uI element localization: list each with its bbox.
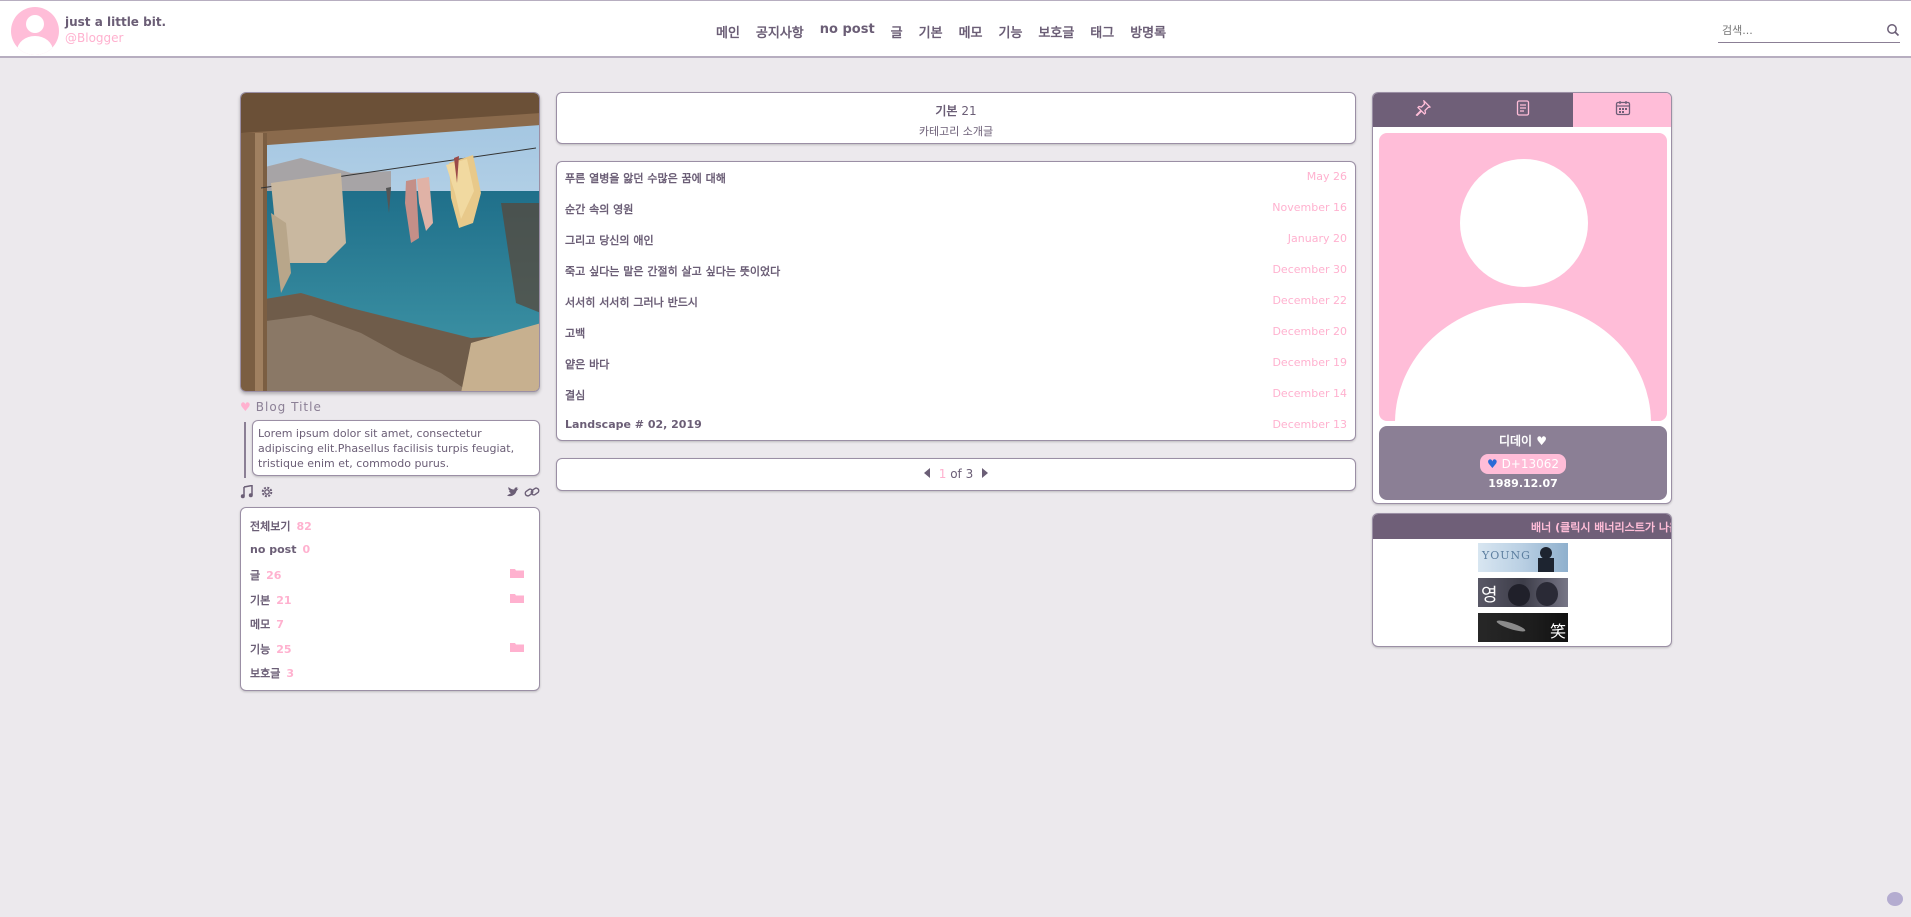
dday-title: 디데이 ♥ [1498,434,1548,448]
dday-date: 1989.12.07 [1488,477,1558,490]
category-item-all[interactable]: 전체보기 82 [250,518,312,534]
dday-panel: 디데이 ♥ ♥ D+13062 1989.12.07 [1379,426,1667,500]
category-item-posts[interactable]: 글 26 [250,567,532,583]
nav-item-notice[interactable]: 공지사항 [756,22,804,41]
prev-page-icon[interactable] [923,459,931,490]
category-list: 전체보기 82 no post 0 글 26 기본 21 메모 7 기능 25 보호글 3 [240,507,540,691]
category-item-memo[interactable]: 메모 7 [250,616,284,632]
folder-icon[interactable] [510,592,524,607]
profile-avatar [1379,133,1667,421]
blog-description: Lorem ipsum dolor sit amet, consectetur … [252,420,540,476]
pin-icon [1415,99,1432,120]
nav-item-feature[interactable]: 기능 [998,22,1022,41]
twitter-icon[interactable] [506,484,520,503]
category-title: 기본 21 [935,104,977,118]
nav-item-guestbook[interactable]: 방명록 [1130,22,1166,41]
nav-item-protected[interactable]: 보호글 [1038,22,1074,41]
calendar-icon [1615,100,1631,120]
tab-pin[interactable] [1373,93,1473,127]
tab-document[interactable] [1473,93,1573,127]
description-accent-bar [244,422,246,478]
folder-icon[interactable] [510,641,524,656]
blog-name[interactable]: just a little bit. [65,15,166,29]
page-of-label: of [950,467,962,481]
folder-icon[interactable] [510,567,524,582]
blue-heart-icon: ♥ [1486,457,1498,471]
blog-id: @Blogger [65,31,124,45]
widget-tabs [1373,93,1671,127]
banner-widget: 배너 (클릭시 배너리스트가 나옵니다) YOUNG 영 笑 [1372,513,1672,647]
post-item[interactable]: 푸른 열병을 앓던 수많은 꿈에 대해 May 26 [565,170,1347,190]
post-item[interactable]: 얕은 바다 December 19 [565,356,1347,376]
post-item[interactable]: 서서히 서서히 그러나 반드시 December 22 [565,294,1347,314]
post-list: 푸른 열병을 앓던 수많은 꿈에 대해 May 26 순간 속의 영원 Novemb… [556,161,1356,441]
main-nav: 메인 공지사항 no post 글 기본 메모 기능 보호글 태그 방명록 [716,22,1182,41]
post-item[interactable]: 결심 December 14 [565,387,1347,407]
category-item-no-post[interactable]: no post 0 [250,543,310,556]
search-icon[interactable] [1886,22,1900,41]
document-icon [1516,100,1530,120]
heart-icon: ♥ [240,400,252,414]
category-item-basic[interactable]: 기본 21 [250,592,532,608]
site-header: just a little bit. @Blogger 메인 공지사항 no p… [0,0,1911,58]
post-item[interactable]: 순간 속의 영원 November 16 [565,201,1347,221]
blog-cover-image [240,92,540,392]
nav-item-no-post[interactable]: no post [820,22,875,41]
category-header: 기본 21 카테고리 소개글 [556,92,1356,144]
dday-badge: ♥ D+13062 [1479,454,1567,474]
pagination: 1 of 3 [556,458,1356,491]
post-item[interactable]: 죽고 싶다는 말은 간절히 살고 싶다는 뜻이었다 December 30 [565,263,1347,283]
current-page: 1 [938,467,947,481]
post-item[interactable]: 그리고 당신의 애인 January 20 [565,232,1347,252]
category-description: 카테고리 소개글 [918,125,994,138]
banner-item[interactable]: 笑 [1478,613,1568,642]
post-item[interactable]: 고백 December 20 [565,325,1347,345]
search-box [1718,19,1900,43]
post-item[interactable]: Landscape # 02, 2019 December 13 [565,418,1347,438]
banner-header[interactable]: 배너 (클릭시 배너리스트가 나옵니다) [1373,514,1671,539]
blog-title: ♥ Blog Title [240,400,322,414]
link-icon[interactable] [524,484,540,503]
next-page-icon[interactable] [981,459,989,490]
nav-item-posts[interactable]: 글 [891,22,903,41]
total-pages: 3 [965,467,974,481]
category-item-protected[interactable]: 보호글 3 [250,665,294,681]
gear-icon[interactable] [260,484,274,503]
music-icon[interactable] [240,484,254,503]
nav-item-main[interactable]: 메인 [716,22,740,41]
nav-item-basic[interactable]: 기본 [919,22,943,41]
blog-avatar[interactable] [11,7,59,55]
nav-item-memo[interactable]: 메모 [959,22,983,41]
category-item-feature[interactable]: 기능 25 [250,641,532,657]
nav-item-tags[interactable]: 태그 [1090,22,1114,41]
profile-widget: 디데이 ♥ ♥ D+13062 1989.12.07 [1372,92,1672,504]
banner-item[interactable]: YOUNG [1478,543,1568,572]
banner-item[interactable]: 영 [1478,578,1568,607]
heart-icon: ♥ [1532,434,1548,448]
tab-calendar[interactable] [1573,93,1671,127]
left-icon-bar [240,484,540,500]
search-input[interactable] [1718,19,1878,42]
floating-widget-icon[interactable] [1887,892,1903,906]
